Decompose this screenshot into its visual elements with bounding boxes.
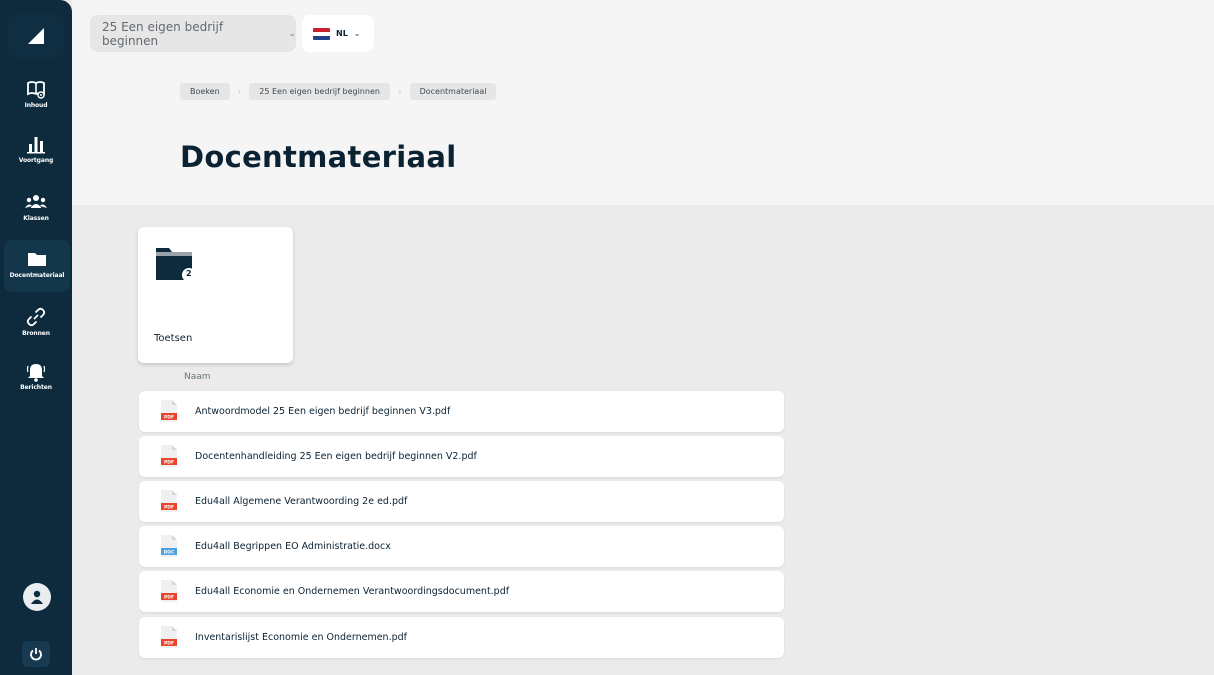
pdf-file-icon: PDF	[161, 445, 177, 471]
file-name: Edu4all Begrippen EO Administratie.docx	[195, 541, 391, 552]
bell-icon	[26, 360, 46, 382]
svg-text:PDF: PDF	[164, 505, 174, 511]
file-row[interactable]: PDF Antwoordmodel 25 Een eigen bedrijf b…	[139, 391, 784, 432]
user-icon	[31, 590, 43, 604]
doc-file-icon: DOC	[161, 535, 177, 561]
page-title: Docentmateriaal	[180, 140, 457, 174]
book-eye-icon	[26, 78, 46, 100]
chevron-right-icon: ›	[397, 86, 402, 97]
book-select[interactable]: 25 Een eigen bedrijf beginnen ⌄	[90, 15, 296, 52]
file-row[interactable]: PDF Docentenhandleiding 25 Een eigen bed…	[139, 436, 784, 477]
users-icon	[25, 191, 47, 213]
pdf-file-icon: PDF	[161, 626, 177, 652]
sidebar-item-label: Berichten	[20, 384, 52, 391]
sidebar-item-label: Inhoud	[24, 102, 48, 109]
breadcrumb-item-book[interactable]: 25 Een eigen bedrijf beginnen	[249, 83, 390, 100]
sidebar-item-bronnen[interactable]: Bronnen	[0, 306, 72, 337]
file-name: Docentenhandleiding 25 Een eigen bedrijf…	[195, 451, 477, 462]
sidebar: Inhoud Voortgang Klassen Docentmateriaal…	[0, 0, 72, 675]
folder-card-toetsen[interactable]: 2 Toetsen	[138, 227, 293, 363]
sidebar-item-label: Voortgang	[18, 157, 54, 164]
pdf-file-icon: PDF	[161, 490, 177, 516]
svg-text:PDF: PDF	[164, 595, 174, 601]
language-select[interactable]: NL ⌄	[302, 15, 374, 52]
sidebar-item-voortgang[interactable]: Voortgang	[0, 133, 72, 164]
language-label: NL	[336, 29, 348, 38]
svg-text:PDF: PDF	[164, 415, 174, 421]
sidebar-item-docentmateriaal[interactable]: Docentmateriaal	[4, 240, 70, 292]
file-row[interactable]: PDF Edu4all Economie en Ondernemen Veran…	[139, 571, 784, 612]
folder-name: Toetsen	[154, 333, 193, 344]
sidebar-item-inhoud[interactable]: Inhoud	[0, 78, 72, 109]
svg-text:PDF: PDF	[164, 641, 174, 647]
flag-nl-icon	[313, 27, 330, 40]
pdf-file-icon: PDF	[161, 580, 177, 606]
sidebar-item-label: Klassen	[23, 215, 49, 222]
logout-button[interactable]	[22, 641, 50, 667]
sidebar-item-klassen[interactable]: Klassen	[0, 191, 72, 222]
column-header-naam[interactable]: Naam	[184, 372, 211, 382]
pdf-file-icon: PDF	[161, 400, 177, 426]
folder-icon	[27, 248, 47, 270]
app-logo[interactable]	[8, 14, 64, 58]
file-name: Inventarislijst Economie en Ondernemen.p…	[195, 632, 408, 643]
file-row[interactable]: DOC Edu4all Begrippen EO Administratie.d…	[139, 526, 784, 567]
file-name: Antwoordmodel 25 Een eigen bedrijf begin…	[195, 406, 451, 417]
chevron-right-icon: ›	[237, 86, 242, 97]
power-icon	[30, 648, 42, 661]
avatar[interactable]	[23, 583, 51, 611]
sidebar-item-label: Docentmateriaal	[9, 272, 65, 279]
book-select-label: 25 Een eigen bedrijf beginnen	[102, 19, 224, 48]
logo-icon	[28, 28, 44, 44]
folder-count: 2	[186, 269, 192, 278]
svg-text:PDF: PDF	[164, 460, 174, 466]
file-name: Edu4all Economie en Ondernemen Verantwoo…	[195, 586, 510, 597]
sidebar-item-label: Bronnen	[22, 330, 50, 337]
link-icon	[26, 306, 46, 328]
sidebar-item-berichten[interactable]: Berichten	[0, 360, 72, 391]
chevron-down-icon: ⌄	[353, 29, 361, 38]
breadcrumb-item-boeken[interactable]: Boeken	[180, 83, 230, 100]
file-row[interactable]: PDF Edu4all Algemene Verantwoording 2e e…	[139, 481, 784, 522]
bar-chart-icon	[26, 133, 46, 155]
breadcrumb: Boeken › 25 Een eigen bedrijf beginnen ›…	[180, 83, 497, 100]
file-name: Edu4all Algemene Verantwoording 2e ed.pd…	[195, 496, 408, 507]
folder-icon: 2	[156, 246, 196, 286]
chevron-down-icon: ⌄	[288, 28, 296, 39]
breadcrumb-item-current: Docentmateriaal	[409, 83, 497, 100]
svg-text:DOC: DOC	[164, 550, 176, 556]
file-row[interactable]: PDF Inventarislijst Economie en Ondernem…	[139, 617, 784, 658]
